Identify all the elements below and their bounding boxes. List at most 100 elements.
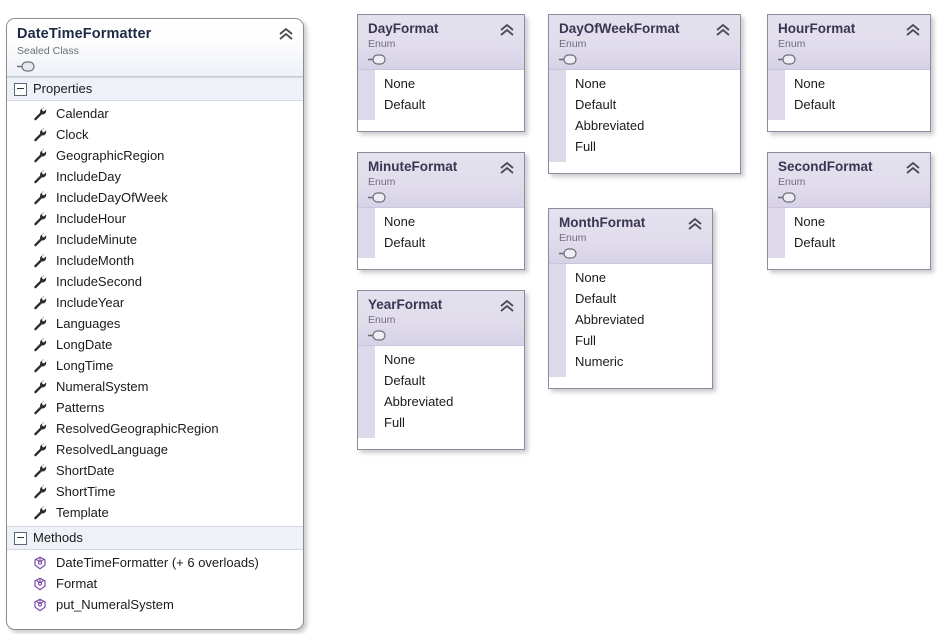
member-row[interactable]: IncludeMinute	[7, 229, 303, 250]
enum-shape-hourformat[interactable]: HourFormat Enum None Default	[767, 14, 931, 132]
minus-box-icon[interactable]	[14, 82, 27, 96]
enum-header[interactable]: YearFormat Enum	[358, 291, 524, 346]
enum-member[interactable]: None	[376, 73, 524, 94]
collapse-chevron-icon[interactable]	[278, 27, 294, 41]
enum-header[interactable]: SecondFormat Enum	[768, 153, 930, 208]
enum-shape-yearformat[interactable]: YearFormat Enum None Default Abbreviated Full	[357, 290, 525, 450]
enum-shape-monthformat[interactable]: MonthFormat Enum None Default Abbreviated Ful…	[548, 208, 713, 389]
collapse-chevron-icon[interactable]	[499, 299, 515, 313]
class-header[interactable]: DateTimeFormatter Sealed Class	[7, 19, 303, 77]
member-name: ResolvedLanguage	[56, 442, 169, 457]
collapse-chevron-icon[interactable]	[905, 161, 921, 175]
member-row[interactable]: LongDate	[7, 334, 303, 355]
interface-stub-icon	[368, 54, 388, 65]
member-row[interactable]: Clock	[7, 124, 303, 145]
member-row[interactable]: IncludeDay	[7, 166, 303, 187]
collapse-chevron-icon[interactable]	[905, 23, 921, 37]
member-row[interactable]: IncludeSecond	[7, 271, 303, 292]
member-row[interactable]: ResolvedLanguage	[7, 439, 303, 460]
enum-header[interactable]: DayFormat Enum	[358, 15, 524, 70]
member-row[interactable]: DateTimeFormatter (+ 6 overloads)	[7, 552, 303, 573]
method-cube-icon	[33, 556, 47, 570]
enum-member[interactable]: Default	[376, 370, 524, 391]
enum-shape-secondformat[interactable]: SecondFormat Enum None Default	[767, 152, 931, 270]
collapse-chevron-icon[interactable]	[499, 161, 515, 175]
enum-header[interactable]: DayOfWeekFormat Enum	[549, 15, 740, 70]
enum-member[interactable]: Full	[567, 136, 740, 157]
enum-member[interactable]: Abbreviated	[567, 309, 712, 330]
enum-member[interactable]: None	[376, 211, 524, 232]
enum-header[interactable]: MonthFormat Enum	[549, 209, 712, 264]
member-group-header-properties[interactable]: Properties	[7, 77, 303, 101]
enum-member[interactable]: Default	[786, 94, 930, 115]
enum-shape-dayofweekformat[interactable]: DayOfWeekFormat Enum None Default Abbreviate…	[548, 14, 741, 174]
enum-shape-dayformat[interactable]: DayFormat Enum None Default	[357, 14, 525, 132]
minus-box-icon[interactable]	[14, 531, 27, 545]
enum-body: None Default Abbreviated Full	[358, 346, 524, 438]
member-row[interactable]: IncludeDayOfWeek	[7, 187, 303, 208]
enum-body: None Default Abbreviated Full	[549, 70, 740, 162]
member-row[interactable]: LongTime	[7, 355, 303, 376]
enum-member[interactable]: Default	[567, 288, 712, 309]
member-row[interactable]: IncludeHour	[7, 208, 303, 229]
member-row[interactable]: IncludeMonth	[7, 250, 303, 271]
member-row[interactable]: Format	[7, 573, 303, 594]
enum-header[interactable]: HourFormat Enum	[768, 15, 930, 70]
enum-member[interactable]: None	[786, 73, 930, 94]
collapse-chevron-icon[interactable]	[687, 217, 703, 231]
member-group-header-methods[interactable]: Methods	[7, 526, 303, 550]
member-row[interactable]: Template	[7, 502, 303, 523]
property-wrench-icon	[33, 148, 47, 163]
enum-title: DayOfWeekFormat	[559, 21, 680, 36]
enum-member[interactable]: Numeric	[567, 351, 712, 372]
member-row[interactable]: ResolvedGeographicRegion	[7, 418, 303, 439]
enum-member[interactable]: Default	[376, 94, 524, 115]
class-shape-datetimeformatter[interactable]: DateTimeFormatter Sealed Class Propertie…	[6, 18, 304, 630]
member-row[interactable]: Patterns	[7, 397, 303, 418]
member-row[interactable]: ShortDate	[7, 460, 303, 481]
enum-accent-strip	[549, 70, 567, 162]
enum-member-list: None Default	[376, 70, 524, 120]
enum-member[interactable]: Default	[786, 232, 930, 253]
enum-shape-minuteformat[interactable]: MinuteFormat Enum None Default	[357, 152, 525, 270]
enum-member[interactable]: None	[786, 211, 930, 232]
interface-stub-icon	[17, 61, 37, 72]
member-row[interactable]: ShortTime	[7, 481, 303, 502]
enum-member[interactable]: None	[567, 73, 740, 94]
member-name: LongDate	[56, 337, 113, 352]
enum-member-list: None Default	[786, 70, 930, 120]
enum-member[interactable]: Default	[376, 232, 524, 253]
interface-stub-icon	[368, 330, 388, 341]
member-row[interactable]: IncludeYear	[7, 292, 303, 313]
enum-member[interactable]: None	[567, 267, 712, 288]
member-row[interactable]: Languages	[7, 313, 303, 334]
enum-accent-strip	[549, 264, 567, 377]
enum-member[interactable]: Abbreviated	[376, 391, 524, 412]
enum-member[interactable]: Abbreviated	[567, 115, 740, 136]
member-row[interactable]: put_NumeralSystem	[7, 594, 303, 615]
enum-title: YearFormat	[368, 297, 443, 312]
collapse-chevron-icon[interactable]	[499, 23, 515, 37]
property-wrench-icon	[33, 274, 47, 289]
enum-title: HourFormat	[778, 21, 856, 36]
member-row[interactable]: Calendar	[7, 103, 303, 124]
property-wrench-icon	[33, 295, 47, 310]
enum-body: None Default	[358, 70, 524, 120]
enum-member[interactable]: Full	[376, 412, 524, 433]
collapse-chevron-icon[interactable]	[715, 23, 731, 37]
enum-accent-strip	[768, 208, 786, 258]
enum-kind-label: Enum	[559, 38, 587, 50]
enum-member-list: None Default Abbreviated Full	[567, 70, 740, 162]
enum-member[interactable]: Default	[567, 94, 740, 115]
enum-header[interactable]: MinuteFormat Enum	[358, 153, 524, 208]
method-cube-icon	[33, 577, 47, 591]
enum-title: MinuteFormat	[368, 159, 458, 174]
member-name: Template	[56, 505, 109, 520]
enum-member[interactable]: Full	[567, 330, 712, 351]
member-name: ResolvedGeographicRegion	[56, 421, 219, 436]
property-wrench-icon	[33, 484, 47, 499]
member-row[interactable]: NumeralSystem	[7, 376, 303, 397]
enum-member[interactable]: None	[376, 349, 524, 370]
member-row[interactable]: GeographicRegion	[7, 145, 303, 166]
property-wrench-icon	[33, 232, 47, 247]
